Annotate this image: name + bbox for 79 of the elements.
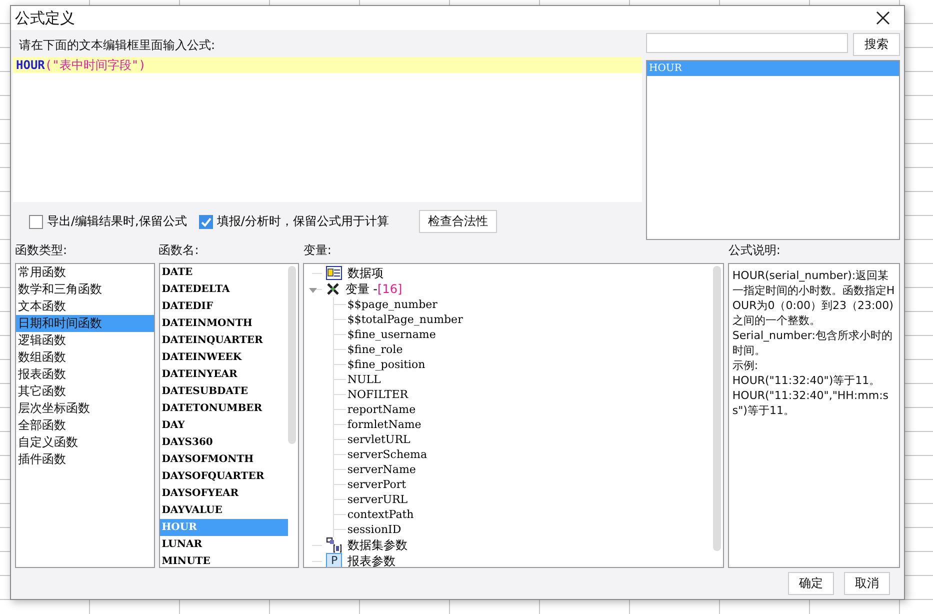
variable-icon (326, 282, 340, 296)
function-type-item[interactable]: 数学和三角函数 (16, 281, 154, 298)
formula-editor[interactable]: HOUR("表中时间字段") (13, 57, 642, 202)
variable-item[interactable]: serverURL (347, 493, 408, 506)
description-text: HOUR(serial_number):返回某一指定时间的小时数。函数指定HOUR为0（0:00）到23（23:00)之间的一个整数。 (732, 268, 896, 328)
checkbox-label[interactable]: 导出/编辑结果时,保留公式 (47, 213, 187, 230)
variable-item[interactable]: servletURL (347, 433, 410, 446)
tree-node[interactable]: 报表参数 (347, 552, 396, 567)
function-name-item[interactable]: DAYVALUE (160, 502, 288, 519)
tree-node[interactable]: 数据项 (347, 264, 384, 282)
function-type-item[interactable]: 文本函数 (16, 298, 154, 315)
function-name-item[interactable]: DAY (160, 417, 288, 434)
window-title: 公式定义 (15, 8, 75, 28)
function-name-item[interactable]: DATEINWEEK (160, 349, 288, 366)
function-type-item[interactable]: 常用函数 (16, 264, 154, 281)
section-label: 函数类型: (15, 242, 68, 259)
variable-item[interactable]: sessionID (347, 523, 402, 536)
scrollbar-thumb[interactable] (288, 266, 296, 444)
function-name-item[interactable]: DATEINYEAR (160, 366, 288, 383)
function-name-item[interactable]: DATETONUMBER (160, 400, 288, 417)
variable-item[interactable]: reportName (347, 403, 416, 416)
function-name-item[interactable]: DATEINQUARTER (160, 332, 288, 349)
variable-item[interactable]: contextPath (347, 508, 414, 521)
function-name-item[interactable]: LUNAR (160, 536, 288, 553)
function-type-item[interactable]: 自定义函数 (16, 434, 154, 451)
section-label: 函数名: (158, 242, 200, 259)
function-name-item[interactable]: DAYS360 (160, 434, 288, 451)
function-type-item[interactable]: 数组函数 (16, 349, 154, 366)
function-name-item[interactable]: DAYSOFMONTH (160, 451, 288, 468)
checkbox-label[interactable]: 填报/分析时，保留公式用于计算 (216, 213, 389, 230)
validate-button[interactable]: 检查合法性 (418, 210, 497, 233)
function-type-item[interactable]: 逻辑函数 (16, 332, 154, 349)
tree-node[interactable]: 数据集参数 (347, 536, 408, 554)
function-name-item[interactable]: DATEINMONTH (160, 315, 288, 332)
variable-item[interactable]: $$totalPage_number (347, 313, 463, 326)
description-text: HOUR("11:32:40","HH:mm:ss")等于11。 (732, 388, 890, 418)
close-icon[interactable] (876, 11, 890, 25)
dialog-button[interactable]: 确定 (788, 572, 834, 595)
function-name-item[interactable]: DAYSOFYEAR (160, 485, 288, 502)
variable-item[interactable]: serverName (347, 463, 416, 476)
function-type-item[interactable]: 报表函数 (16, 366, 154, 383)
description-text: Serial_number:包含所求小时的时间。 (732, 328, 894, 358)
description-text: 示例: (732, 358, 760, 373)
variable-item[interactable]: $$page_number (347, 298, 438, 311)
function-name-item[interactable]: DATESUBDATE (160, 383, 288, 400)
variable-item[interactable]: NOFILTER (347, 388, 408, 401)
checkbox[interactable] (198, 214, 213, 228)
expand-arrow-icon[interactable] (308, 285, 318, 295)
dialog-button[interactable]: 取消 (844, 572, 890, 595)
scrollbar-thumb[interactable] (713, 266, 722, 551)
variable-item[interactable]: serverSchema (347, 448, 428, 461)
parameter-icon: P (326, 553, 342, 567)
variable-item[interactable]: $fine_username (347, 328, 436, 341)
checkbox[interactable] (29, 214, 43, 228)
variable-item[interactable]: serverPort (347, 478, 406, 491)
search-field[interactable] (646, 33, 848, 53)
function-name-item[interactable]: DATEDELTA (160, 281, 288, 298)
function-name-item[interactable]: DATEDIF (160, 298, 288, 315)
search-button[interactable]: 搜索 (853, 33, 900, 56)
section-label: 公式说明: (728, 242, 782, 259)
function-name-item[interactable]: DAYSOFQUARTER (160, 468, 288, 485)
prompt-label: 请在下面的文本编辑框里面输入公式: (18, 37, 216, 54)
card-icon (326, 266, 342, 280)
function-type-item[interactable]: 日期和时间函数 (16, 315, 154, 332)
dataset-icon (326, 537, 342, 553)
variable-item[interactable]: $fine_role (347, 343, 403, 356)
function-name-item[interactable]: MINUTE (160, 553, 288, 567)
tree-node[interactable]: 变量 -[16] (345, 280, 402, 298)
variable-item[interactable]: NULL (347, 373, 381, 386)
variable-item[interactable]: $fine_position (347, 358, 426, 371)
function-type-item[interactable]: 插件函数 (16, 451, 154, 468)
function-type-item[interactable]: 全部函数 (16, 417, 154, 434)
function-name-item[interactable]: DATE (160, 264, 288, 281)
function-type-item[interactable]: 其它函数 (16, 383, 154, 400)
description-text: HOUR("11:32:40")等于11。 (732, 373, 882, 388)
variable-item[interactable]: formletName (347, 418, 422, 431)
function-type-item[interactable]: 层次坐标函数 (16, 400, 154, 417)
formula-text: HOUR("表中时间字段") (13, 57, 642, 73)
section-label: 变量: (303, 242, 332, 259)
